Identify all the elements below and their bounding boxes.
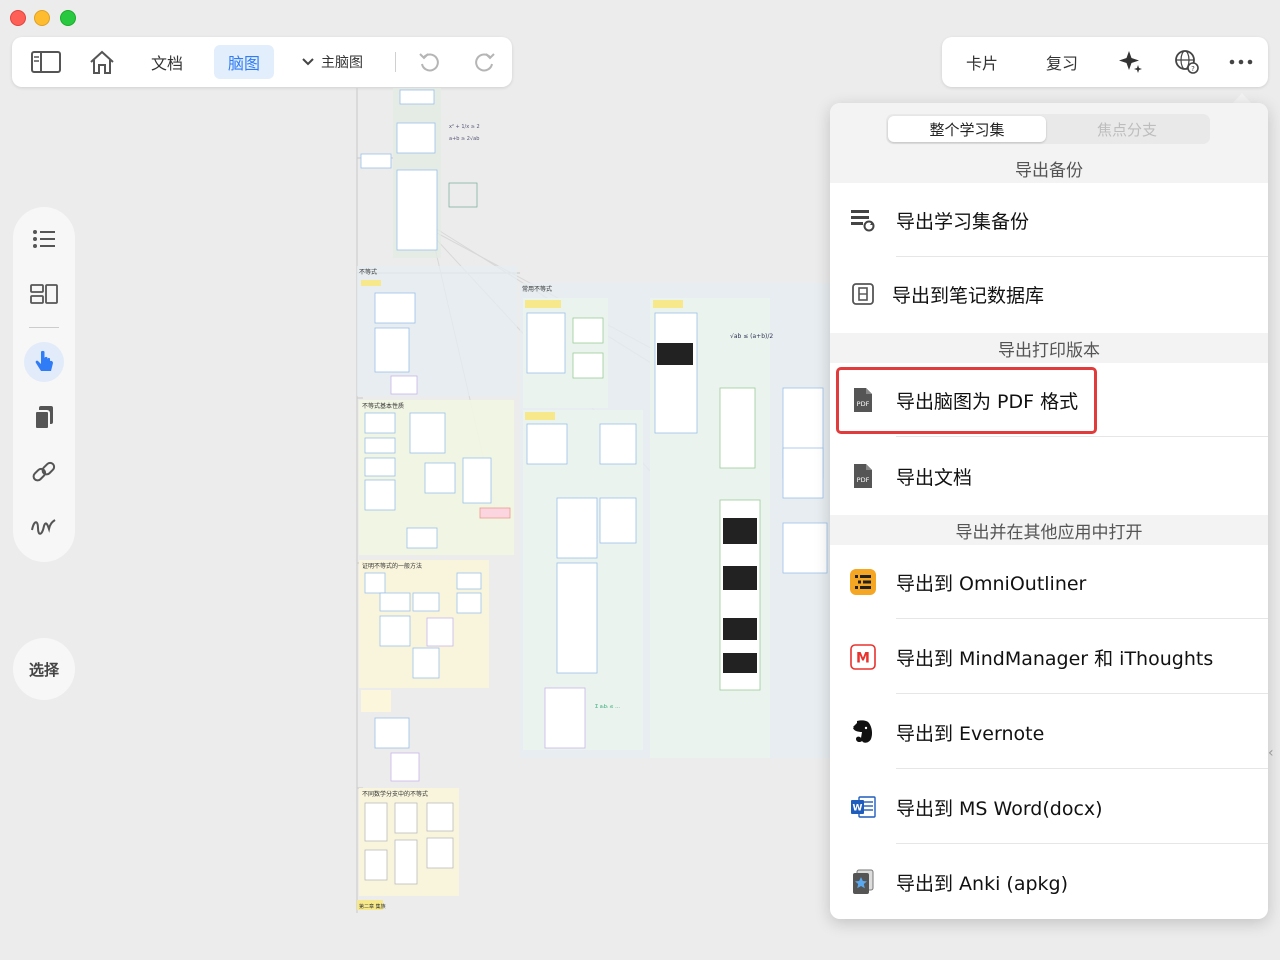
sidebar-divider [29,327,59,328]
svg-text:Σ aᵢbᵢ ≤ ...: Σ aᵢbᵢ ≤ ... [595,704,620,710]
omnioutliner-icon [850,569,876,595]
web-search-icon[interactable]: ? [1170,37,1204,87]
svg-text:x² + 1/x ≥ 2: x² + 1/x ≥ 2 [449,124,480,130]
menu-item-notes-database[interactable]: 导出到笔记数据库 [830,257,1268,331]
branch-inequality-label: 不同数学分支中的不等式 [362,790,428,798]
tab-document[interactable]: 文档 [142,37,192,87]
chevron-down-icon [302,58,314,66]
menu-item-omnioutliner[interactable]: 导出到 OmniOutliner [830,545,1268,619]
main-mindmap-label: 主脑图 [321,55,363,71]
chapter-label: 第二章 集族 [359,903,386,910]
link-icon[interactable] [30,458,58,486]
menu-divider [896,768,1268,769]
svg-text:?: ? [1191,65,1195,73]
sidebar-toggle-icon[interactable] [28,37,64,87]
copy-pages-icon[interactable] [30,404,58,432]
backup-set-label: 导出学习集备份 [896,210,1030,233]
menu-item-backup-set[interactable]: 导出学习集备份 [830,183,1268,257]
segment-focus-branch[interactable]: 焦点分支 [1048,116,1206,142]
common-inequality-label: 常用不等式 [522,285,552,293]
svg-text:a+b ≥ 2√ab: a+b ≥ 2√ab [449,136,479,142]
mindmanager-icon: M [850,644,876,670]
tab-mindmap[interactable]: 脑图 [214,45,275,79]
menu-divider [896,843,1268,844]
pointer-hand-icon[interactable] [24,342,64,382]
more-options-icon[interactable] [1224,37,1258,87]
sparkle-ai-icon[interactable] [1114,37,1148,87]
basic-properties-label: 不等式基本性质 [362,402,404,410]
inequality-label: 不等式 [359,268,377,276]
segment-whole-set[interactable]: 整个学习集 [888,116,1046,142]
section-backup: 导出备份 [830,153,1268,183]
pdf-doc-icon: PDF [850,463,876,489]
section-print: 导出打印版本 [830,333,1268,363]
zoom-window-button[interactable] [60,10,76,26]
main-toolbar: 文档 脑图 主脑图 [12,37,512,87]
menu-item-mindmanager[interactable]: M 导出到 MindManager 和 iThoughts [830,620,1268,694]
menu-item-msword[interactable]: W 导出到 MS Word(docx) [830,770,1268,844]
anki-label: 导出到 Anki (apkg) [896,872,1068,895]
scope-segmented-control: 整个学习集 焦点分支 [886,114,1210,144]
highlight-frame [836,367,1097,434]
select-mode-button[interactable]: 选择 [13,638,75,700]
layout-blocks-icon[interactable] [30,280,58,308]
msword-label: 导出到 MS Word(docx) [896,797,1103,820]
right-toolbar: 卡片 复习 ? [942,37,1268,87]
menu-item-export-doc[interactable]: PDF 导出文档 [830,439,1268,513]
notes-database-icon [850,281,876,307]
section-open-in: 导出并在其他应用中打开 [830,515,1268,545]
home-icon[interactable] [84,37,120,87]
menu-item-evernote[interactable]: 导出到 Evernote [830,695,1268,769]
mindmap-canvas[interactable]: x² + 1/x ≥ 2 a+b ≥ 2√ab 不等式 不等式基本性质 证明不等… [345,88,830,960]
tool-sidebar [13,207,75,562]
omnioutliner-label: 导出到 OmniOutliner [896,572,1087,595]
minimize-window-button[interactable] [34,10,50,26]
msword-icon: W [850,794,876,820]
mindmap-overview: x² + 1/x ≥ 2 a+b ≥ 2√ab 不等式 不等式基本性质 证明不等… [356,88,830,913]
anki-star-card-icon [850,869,876,895]
menu-item-anki[interactable]: 导出到 Anki (apkg) [830,845,1268,919]
menu-divider [896,618,1268,619]
mindmap-selector[interactable]: 主脑图 [287,37,377,87]
edge-chevron-icon: ‹ [1268,745,1274,761]
mindmanager-label: 导出到 MindManager 和 iThoughts [896,647,1214,670]
window-titlebar [0,0,1280,34]
menu-divider [896,436,1268,437]
outline-list-icon[interactable] [30,225,58,253]
scope-segment-bar: 整个学习集 焦点分支 [830,103,1268,153]
backup-list-icon [850,207,876,233]
export-menu: 整个学习集 焦点分支 导出备份 导出学习集备份 导出到笔记数据库 导出打印版本 … [830,103,1268,919]
svg-text:PDF: PDF [857,476,870,484]
review-button[interactable]: 复习 [1040,37,1084,87]
toolbar-divider [395,52,396,72]
svg-text:√ab ≤ (a+b)/2: √ab ≤ (a+b)/2 [730,333,773,340]
close-window-button[interactable] [10,10,26,26]
svg-text:W: W [853,804,863,814]
evernote-label: 导出到 Evernote [896,722,1045,745]
export-doc-label: 导出文档 [896,466,973,489]
svg-text:M: M [856,651,870,667]
evernote-elephant-icon [850,719,876,745]
undo-icon[interactable] [414,37,444,87]
cards-button[interactable]: 卡片 [960,37,1004,87]
proof-methods-label: 证明不等式的一般方法 [362,562,422,570]
freehand-draw-icon[interactable] [30,513,58,541]
menu-divider [896,693,1268,694]
redo-icon[interactable] [470,37,500,87]
notes-database-label: 导出到笔记数据库 [892,284,1045,307]
